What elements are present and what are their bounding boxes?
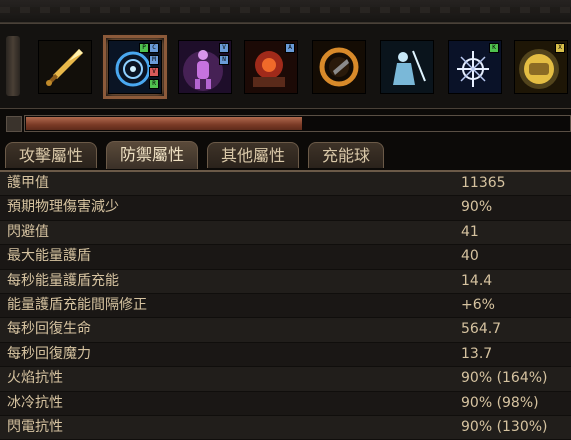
- link-badge-p: P: [139, 43, 149, 53]
- stat-label: 最大能量護盾: [7, 248, 91, 265]
- stat-value: 41: [461, 223, 479, 240]
- gem-slot-4[interactable]: A: [244, 40, 298, 94]
- stat-row-armour: 護甲值 11365: [0, 172, 571, 197]
- stat-label: 每秒回復魔力: [7, 345, 91, 362]
- gem-slot-8[interactable]: X: [514, 40, 568, 94]
- stat-label: 冰冷抗性: [7, 394, 63, 411]
- stat-value: 90%: [461, 199, 493, 216]
- tab-offence[interactable]: 攻擊屬性: [5, 142, 97, 168]
- stat-label: 護甲值: [7, 175, 49, 191]
- tab-misc[interactable]: 其他屬性: [207, 142, 299, 168]
- fire-ring-icon: [313, 41, 365, 93]
- stat-value: 40: [461, 248, 479, 265]
- gem-slot-6[interactable]: [380, 40, 434, 94]
- stat-tabs: 攻擊屬性 防禦屬性 其他屬性 充能球: [0, 140, 571, 172]
- link-badge-k: K: [489, 43, 499, 53]
- stat-row-evasion: 閃避值 41: [0, 220, 571, 246]
- experience-bar-cap: [6, 116, 22, 132]
- gem-slot-3[interactable]: V N: [178, 40, 232, 94]
- stat-row-es-delay: 能量護盾充能間隔修正 +6%: [0, 293, 571, 319]
- link-badge-n: N: [219, 55, 229, 65]
- stat-value: 564.7: [461, 321, 502, 338]
- stat-row-life-regen: 每秒回復生命 564.7: [0, 318, 571, 343]
- tab-defence[interactable]: 防禦屬性: [106, 141, 198, 169]
- stat-label: 閃避值: [7, 223, 49, 240]
- skill-gem-bar: P C M V R V N A K X: [0, 23, 571, 109]
- frost-figure-icon: [381, 41, 433, 93]
- tab-charges[interactable]: 充能球: [308, 142, 384, 168]
- link-badge-v: V: [219, 43, 229, 53]
- stat-value: 14.4: [461, 272, 493, 289]
- stat-value: 13.7: [461, 345, 493, 362]
- gem-slot-1[interactable]: [38, 40, 92, 94]
- stat-value: 90% (98%): [461, 394, 539, 411]
- stat-row-mana-regen: 每秒回復魔力 13.7: [0, 342, 571, 368]
- top-frame: [0, 0, 571, 23]
- gem-slot-5[interactable]: [312, 40, 366, 94]
- defence-stats-list: 護甲值 11365 預期物理傷害減少 90% 閃避值 41 最大能量護盾 40 …: [0, 172, 571, 440]
- stat-row-lightning-res: 閃電抗性 90% (130%): [0, 415, 571, 440]
- gem-slot-2[interactable]: P C M V R: [103, 35, 167, 99]
- stat-value: 90% (164%): [461, 370, 548, 387]
- stat-value: +6%: [461, 296, 495, 313]
- stat-row-cold-res: 冰冷抗性 90% (98%): [0, 391, 571, 416]
- stat-label: 每秒回復生命: [7, 321, 91, 338]
- link-badge-m: M: [149, 55, 159, 65]
- experience-bar-track: [24, 115, 571, 132]
- stat-row-fire-res: 火焰抗性 90% (164%): [0, 367, 571, 392]
- stat-label: 每秒能量護盾充能: [7, 272, 119, 289]
- stat-value: 11365: [461, 175, 506, 191]
- golden-sword-icon: [39, 41, 91, 93]
- stat-row-energy-shield: 最大能量護盾 40: [0, 245, 571, 270]
- stat-label: 火焰抗性: [7, 370, 63, 387]
- experience-bar: [4, 114, 571, 133]
- stat-label: 閃電抗性: [7, 418, 63, 435]
- stat-label: 預期物理傷害減少: [7, 199, 119, 216]
- stat-row-es-recharge: 每秒能量護盾充能 14.4: [0, 269, 571, 294]
- link-badge-v: V: [149, 67, 159, 77]
- experience-bar-fill: [26, 117, 302, 130]
- link-badge-x: X: [555, 43, 565, 53]
- stat-row-phys-reduction: 預期物理傷害減少 90%: [0, 196, 571, 221]
- gem-slot-7[interactable]: K: [448, 40, 502, 94]
- link-badge-a: A: [285, 43, 295, 53]
- link-badge-c: C: [149, 43, 159, 53]
- link-badge-r: R: [149, 79, 159, 89]
- stat-value: 90% (130%): [461, 418, 548, 435]
- skill-bar-edge: [6, 36, 20, 96]
- stat-label: 能量護盾充能間隔修正: [7, 296, 147, 313]
